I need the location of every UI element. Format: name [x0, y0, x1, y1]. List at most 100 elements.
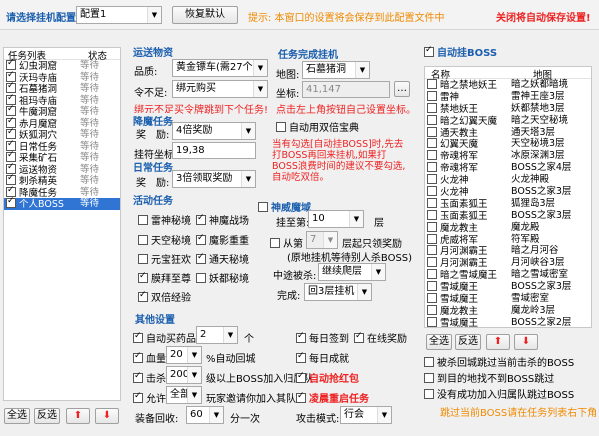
- task-row[interactable]: 赤月魔窟 等待: [4, 116, 120, 130]
- boss-row[interactable]: 玉面素狐王 狐狸岛3层: [425, 197, 591, 210]
- task-row-checkbox[interactable]: [6, 162, 16, 174]
- double-checkbox[interactable]: [276, 122, 286, 132]
- task-row[interactable]: 石墓猪洞 等待: [4, 81, 120, 95]
- task-row[interactable]: 牛魔洞窟 等待: [4, 104, 120, 118]
- relogin-option[interactable]: 凌晨重启任务: [296, 390, 369, 405]
- activity-option[interactable]: 雷神秘境: [138, 212, 191, 227]
- boss-row[interactable]: 雪域魔王 BOSS之家3层: [425, 281, 591, 293]
- boss-row[interactable]: 月河渊霸王 月河峡谷3层: [425, 257, 591, 269]
- tower-floor-select[interactable]: 10 ▼: [308, 210, 364, 228]
- boss-invert-button[interactable]: 反选: [455, 334, 481, 350]
- task-row[interactable]: 运送物资 等待: [4, 162, 120, 176]
- allow-select[interactable]: 全部 ▼: [166, 386, 202, 404]
- activity-option[interactable]: 膜拜至尊: [138, 270, 191, 285]
- restore-default-button[interactable]: 恢复默认: [172, 6, 238, 24]
- boss-row-checkbox[interactable]: [427, 79, 437, 89]
- boss-row-checkbox[interactable]: [427, 316, 437, 327]
- task-row[interactable]: 采集矿石 等待: [4, 150, 120, 164]
- boss-row-checkbox[interactable]: [427, 257, 437, 268]
- tower-killed-select[interactable]: 继续爬层 ▼: [318, 263, 386, 281]
- auto-buy-checkbox[interactable]: [133, 331, 143, 343]
- task-row[interactable]: 妖狐洞穴 等待: [4, 127, 120, 141]
- activity-option[interactable]: 通天秘境: [196, 251, 249, 266]
- finish-coord-input[interactable]: [302, 81, 390, 98]
- task-row[interactable]: 个人BOSS 等待: [4, 196, 120, 210]
- hp-checkbox[interactable]: [133, 351, 143, 363]
- online-checkbox[interactable]: [354, 331, 364, 343]
- task-row-checkbox[interactable]: [6, 58, 16, 70]
- redpack-checkbox[interactable]: [296, 371, 306, 383]
- tower-from-checkbox[interactable]: [270, 238, 280, 248]
- daily-fortune-checkbox[interactable]: [296, 351, 306, 363]
- kill-checkbox[interactable]: [133, 371, 143, 383]
- boss-row-checkbox[interactable]: [427, 90, 437, 101]
- sign-checkbox[interactable]: [296, 331, 306, 343]
- attack-select[interactable]: 行会 ▼: [340, 406, 392, 424]
- activity-checkbox[interactable]: [196, 273, 206, 283]
- double-option[interactable]: 自动用双倍宝典: [276, 119, 359, 134]
- task-row[interactable]: 日常任务 等待: [4, 139, 120, 153]
- task-row-checkbox[interactable]: [6, 93, 16, 105]
- boss-row[interactable]: 帝魂将军 冰原深渊3层: [425, 150, 591, 162]
- boss-row-checkbox[interactable]: [427, 304, 437, 315]
- hp-option[interactable]: 血量: [133, 350, 166, 365]
- activity-option[interactable]: 元宝狂欢: [138, 251, 191, 266]
- boss-row-checkbox[interactable]: [427, 102, 437, 113]
- online-option[interactable]: 在线奖励: [354, 330, 407, 345]
- boss-row-checkbox[interactable]: [427, 150, 437, 161]
- activity-checkbox[interactable]: [196, 252, 206, 264]
- boss-move-down-button[interactable]: ⬇: [514, 334, 538, 350]
- activity-checkbox[interactable]: [138, 254, 148, 264]
- auto-buy-option[interactable]: 自动买药品: [133, 330, 196, 345]
- tower-from-option[interactable]: 从第: [270, 235, 303, 250]
- hp-select[interactable]: 20 ▼: [166, 346, 202, 364]
- invert-button[interactable]: 反选: [34, 408, 60, 424]
- activity-checkbox[interactable]: [196, 233, 206, 245]
- boss-row[interactable]: 暗之幻翼天魔 暗之天空秘境: [425, 114, 591, 127]
- boss-row-checkbox[interactable]: [427, 114, 437, 125]
- task-row-checkbox[interactable]: [6, 196, 16, 208]
- task-row-checkbox[interactable]: [6, 81, 16, 93]
- boss-row[interactable]: 火龙神 BOSS之家3层: [425, 186, 591, 198]
- boss-row[interactable]: 魔龙教主 魔龙殿: [425, 221, 591, 234]
- sign-option[interactable]: 每日签到: [296, 330, 349, 345]
- kill-select[interactable]: 200 ▼: [166, 366, 202, 384]
- boss-row[interactable]: 通天教主 通天塔3层: [425, 126, 591, 139]
- boss-row-checkbox[interactable]: [427, 174, 437, 185]
- boss-row[interactable]: 暗之禁地妖王 暗之妖都暗境: [425, 79, 591, 91]
- kill-option[interactable]: 击杀: [133, 370, 166, 385]
- boss-row[interactable]: 禁地妖王 妖都禁地3层: [425, 102, 591, 115]
- activity-option[interactable]: 双倍经验: [138, 289, 191, 304]
- tower-option[interactable]: 神威魔域: [258, 199, 311, 214]
- boss-row[interactable]: 幻翼天魔 天空秘境3层: [425, 138, 591, 150]
- task-row-checkbox[interactable]: [6, 104, 16, 116]
- task-row[interactable]: 降魔任务 等待: [4, 185, 120, 199]
- boss-row-checkbox[interactable]: [427, 269, 437, 280]
- daily-reward-select[interactable]: 3倍领取奖励 ▼: [172, 170, 256, 188]
- task-row-checkbox[interactable]: [6, 185, 16, 197]
- boss-row-checkbox[interactable]: [427, 197, 437, 208]
- daily-fortune-option[interactable]: 每日成就: [296, 350, 349, 365]
- boss-row-checkbox[interactable]: [427, 138, 437, 149]
- task-row[interactable]: 沃玛寺庙 等待: [4, 70, 120, 84]
- boss-row[interactable]: 魔龙教主 魔龙岭3层: [425, 304, 591, 317]
- allow-option[interactable]: 允许: [133, 390, 166, 405]
- boss-row-checkbox[interactable]: [427, 233, 437, 244]
- activity-option[interactable]: 妖都秘境: [196, 270, 249, 285]
- boss-row[interactable]: 火龙神 火龙神殿: [425, 174, 591, 186]
- task-row-checkbox[interactable]: [6, 127, 16, 139]
- boss-row[interactable]: 玉面素狐王 BOSS之家3层: [425, 209, 591, 222]
- boss-row-checkbox[interactable]: [427, 209, 437, 220]
- redpack-option[interactable]: 自动抢红包: [296, 370, 359, 385]
- boss-row[interactable]: 雪域魔王 BOSS之家2层: [425, 316, 591, 327]
- move-up-button[interactable]: ⬆: [66, 408, 90, 424]
- boss-row-checkbox[interactable]: [427, 221, 437, 232]
- activity-checkbox[interactable]: [138, 215, 148, 225]
- demon-coord-input[interactable]: [172, 142, 256, 159]
- activity-checkbox[interactable]: [138, 271, 148, 283]
- task-row-checkbox[interactable]: [6, 116, 16, 128]
- pick-coord-button[interactable]: …: [394, 81, 410, 97]
- allow-checkbox[interactable]: [133, 391, 143, 403]
- tower-from-select[interactable]: 7 ▼: [306, 231, 338, 249]
- relogin-checkbox[interactable]: [296, 391, 306, 403]
